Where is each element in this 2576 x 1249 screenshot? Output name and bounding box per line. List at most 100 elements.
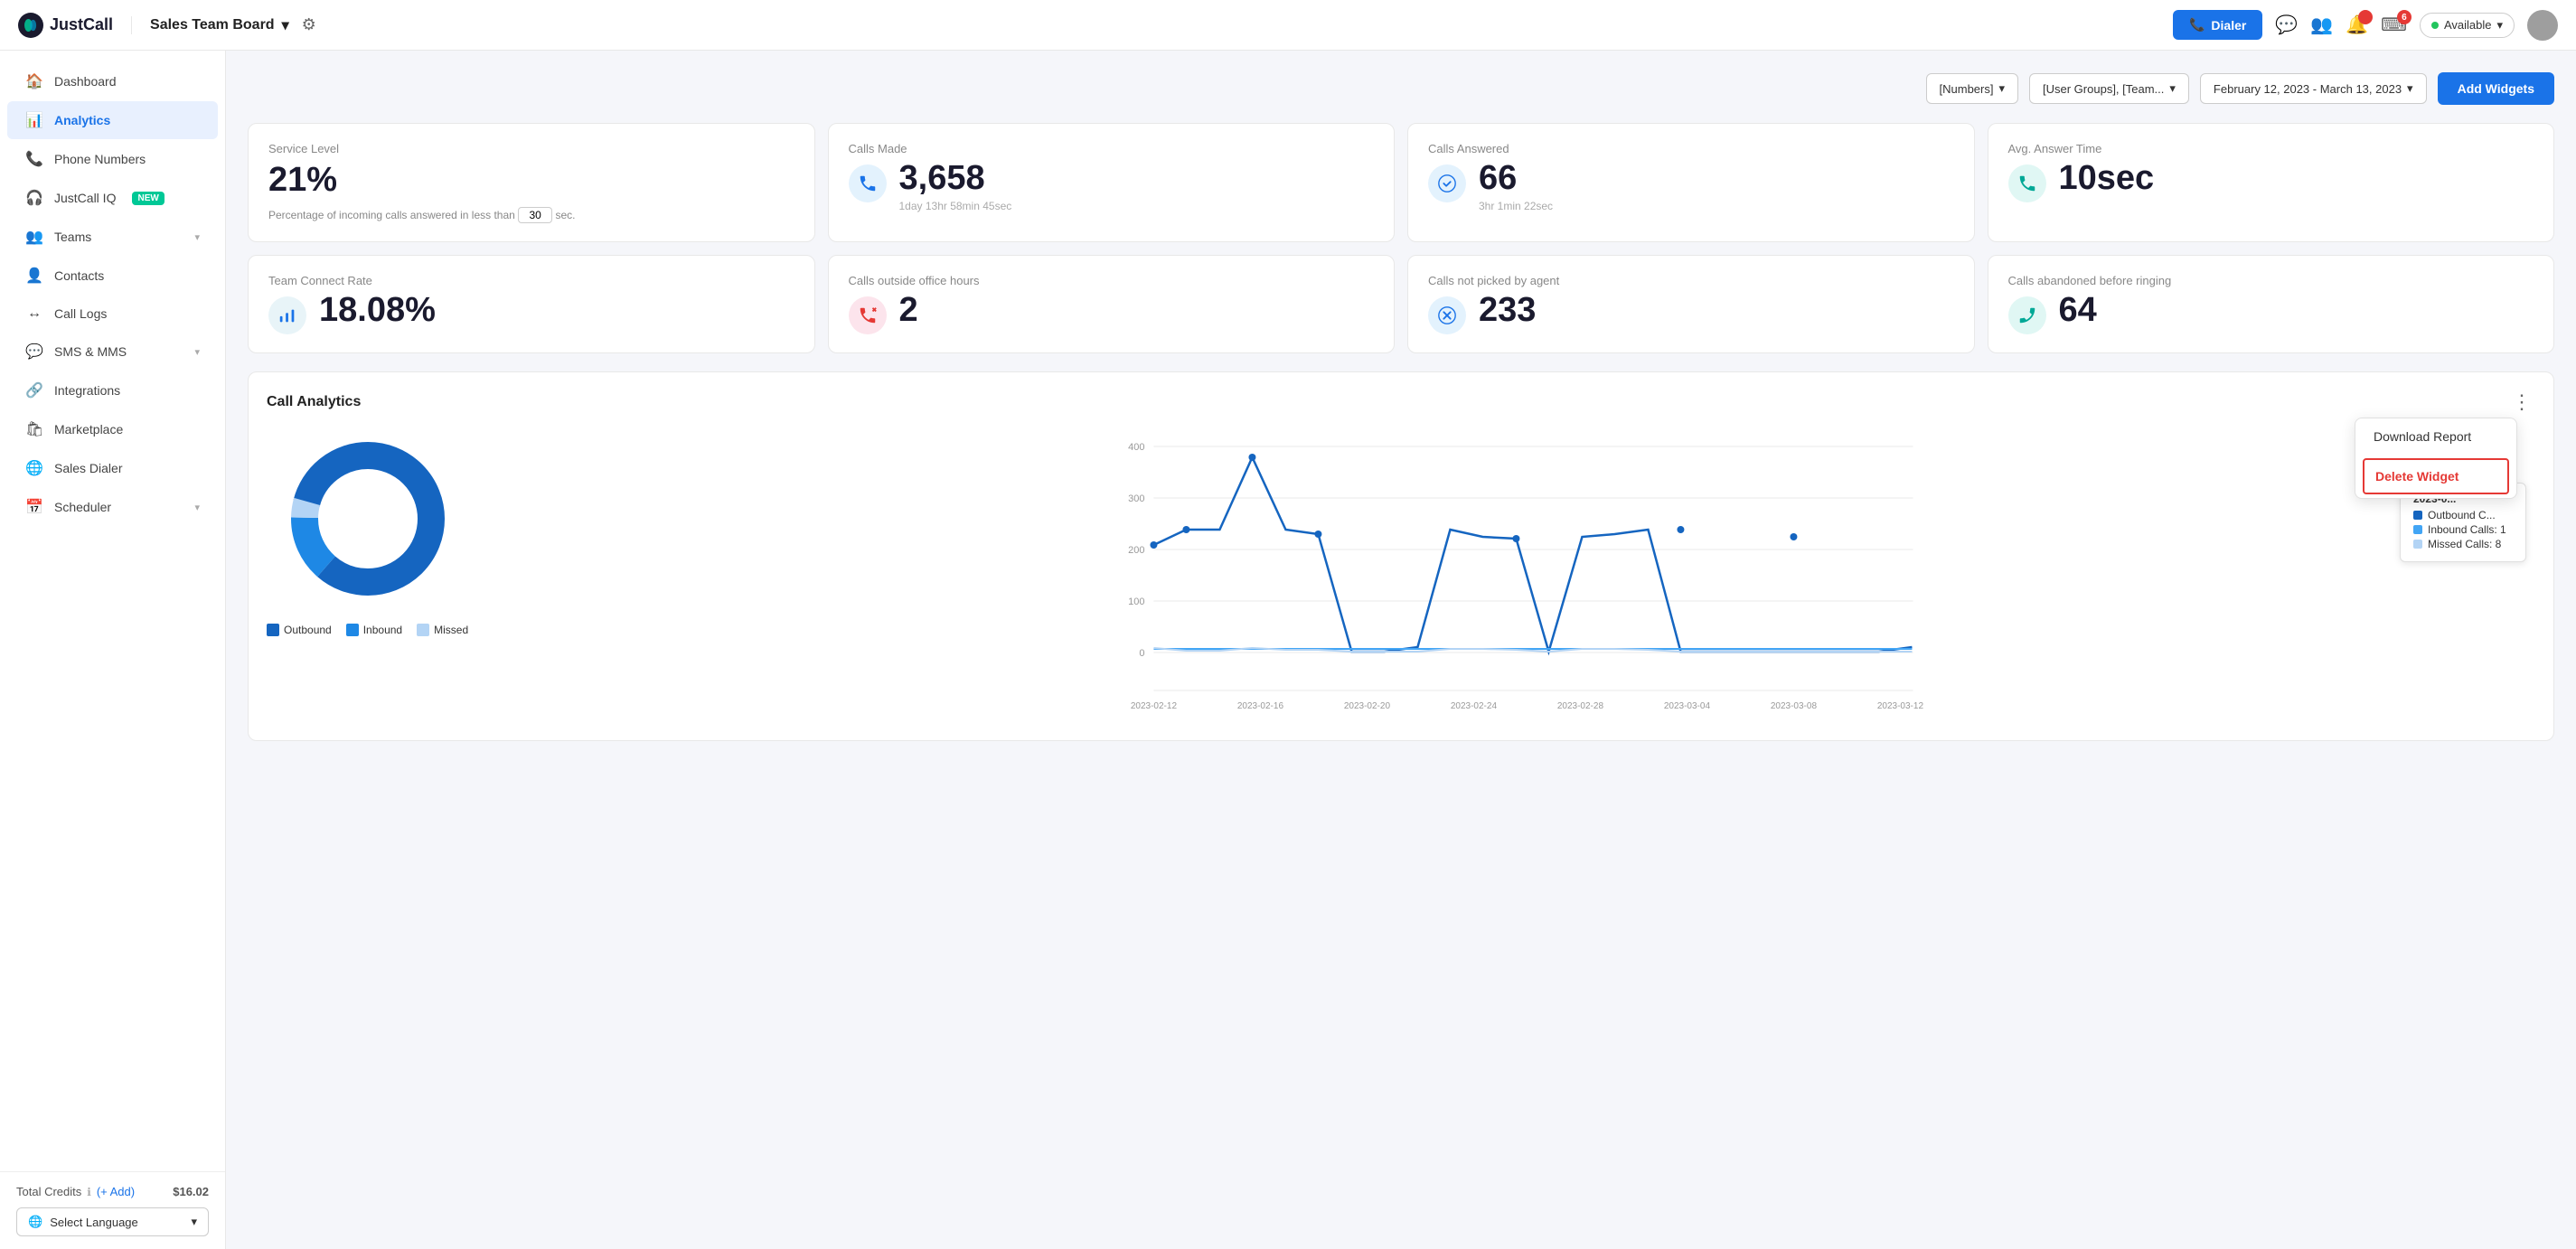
chart-header: Call Analytics ⋮ <box>267 390 2535 414</box>
sidebar-footer: Total Credits ℹ (+ Add) $16.02 🌐 Select … <box>0 1171 225 1249</box>
status-chevron-icon: ▾ <box>2496 18 2503 33</box>
outbound-line <box>1154 457 1913 652</box>
sidebar-item-teams[interactable]: 👥 Teams ▾ <box>7 218 218 256</box>
salesdialer-icon: 🌐 <box>25 459 43 477</box>
main-content: [Numbers] ▾ [User Groups], [Team... ▾ Fe… <box>226 51 2576 1249</box>
sidebar-item-justcall-iq[interactable]: 🎧 JustCall IQ NEW <box>7 179 218 217</box>
sidebar-item-label: SMS & MMS <box>54 344 127 359</box>
calls-made-content: 3,658 1day 13hr 58min 45sec <box>849 161 1375 212</box>
sidebar-item-dashboard[interactable]: 🏠 Dashboard <box>7 62 218 100</box>
sidebar-item-analytics[interactable]: 📊 Analytics <box>7 101 218 139</box>
legend-inbound: Inbound <box>346 624 402 636</box>
service-sec-input[interactable] <box>518 207 552 223</box>
calls-made-value: 3,658 <box>899 161 1012 195</box>
sidebar-item-label: Teams <box>54 230 91 244</box>
avg-answer-numbers: 10sec <box>2059 161 2155 195</box>
calls-answered-icon <box>1428 164 1466 202</box>
calls-outside-icon <box>849 296 887 334</box>
calls-answered-content: 66 3hr 1min 22sec <box>1428 161 1954 212</box>
sidebar-item-phone-numbers[interactable]: 📞 Phone Numbers <box>7 140 218 178</box>
notifications-button[interactable]: 🔔 <box>2346 14 2368 36</box>
sidebar-item-label: Integrations <box>54 383 120 398</box>
date-filter[interactable]: February 12, 2023 - March 13, 2023 ▾ <box>2200 73 2427 104</box>
logo-text: JustCall <box>50 15 113 34</box>
avatar-button[interactable] <box>2527 10 2558 41</box>
svg-text:200: 200 <box>1128 545 1144 556</box>
keypad-button[interactable]: ⌨ 6 <box>2381 14 2407 36</box>
team-connect-numbers: 18.08% <box>319 293 436 327</box>
users-button[interactable]: 👥 <box>2310 14 2333 36</box>
chart-more-button[interactable]: ⋮ <box>2508 390 2535 414</box>
avg-answer-value: 10sec <box>2059 161 2155 195</box>
sidebar-item-integrations[interactable]: 🔗 Integrations <box>7 371 218 409</box>
calls-answered-sub: 3hr 1min 22sec <box>1479 200 1553 212</box>
team-connect-value: 18.08% <box>319 293 436 327</box>
groups-chevron-icon: ▾ <box>2169 81 2176 96</box>
delete-widget-item[interactable]: Delete Widget <box>2363 458 2509 494</box>
language-select[interactable]: 🌐 Select Language ▾ <box>16 1207 209 1236</box>
service-level-label: Service Level <box>268 142 794 155</box>
sidebar-item-sms-mms[interactable]: 💬 SMS & MMS ▾ <box>7 333 218 371</box>
status-dropdown[interactable]: Available ▾ <box>2420 13 2515 38</box>
numbers-filter-label: [Numbers] <box>1940 82 1994 96</box>
users-icon: 👥 <box>2310 15 2333 35</box>
svg-text:400: 400 <box>1128 442 1144 453</box>
calls-abandoned-value: 64 <box>2059 293 2097 327</box>
calls-not-picked-numbers: 233 <box>1479 293 1536 327</box>
sidebar-item-marketplace[interactable]: 🛍 Marketplace <box>7 410 218 448</box>
svg-text:100: 100 <box>1128 596 1144 607</box>
board-title-label: Sales Team Board <box>150 17 275 33</box>
outbound-legend-dot <box>267 624 279 636</box>
status-label: Available <box>2444 18 2492 32</box>
inbound-legend-dot <box>346 624 359 636</box>
numbers-filter[interactable]: [Numbers] ▾ <box>1926 73 2019 104</box>
groups-filter[interactable]: [User Groups], [Team... ▾ <box>2029 73 2189 104</box>
credits-value: $16.02 <box>173 1185 209 1198</box>
date-filter-label: February 12, 2023 - March 13, 2023 <box>2214 82 2402 96</box>
sidebar-item-sales-dialer[interactable]: 🌐 Sales Dialer <box>7 449 218 487</box>
chart-body: Outbound Inbound Missed <box>267 428 2535 722</box>
sidebar-item-label: Dashboard <box>54 74 117 89</box>
topnav-left: JustCall Sales Team Board ▾ ⚙ <box>18 13 316 38</box>
svg-text:2023-02-24: 2023-02-24 <box>1451 701 1498 711</box>
topnav-right: 📞 Dialer 💬 👥 🔔 ⌨ 6 Available ▾ <box>2173 10 2558 41</box>
legend-outbound: Outbound <box>267 624 332 636</box>
inbound-legend-label: Inbound <box>363 624 402 636</box>
groups-filter-label: [User Groups], [Team... <box>2043 82 2164 96</box>
calls-outside-label: Calls outside office hours <box>849 274 1375 287</box>
team-connect-content: 18.08% <box>268 293 794 334</box>
add-widgets-button[interactable]: Add Widgets <box>2438 72 2554 105</box>
calls-answered-value: 66 <box>1479 161 1553 195</box>
logo-icon <box>18 13 43 38</box>
settings-button[interactable]: ⚙ <box>302 15 316 34</box>
language-label: Select Language <box>50 1216 138 1229</box>
add-credits-link[interactable]: (+ Add) <box>97 1185 135 1198</box>
svg-text:0: 0 <box>1139 648 1144 659</box>
calls-made-sub: 1day 13hr 58min 45sec <box>899 200 1012 212</box>
avg-answer-icon <box>2008 164 2046 202</box>
scheduler-icon: 📅 <box>25 498 43 516</box>
svg-text:2023-03-04: 2023-03-04 <box>1664 701 1711 711</box>
chat-icon: 💬 <box>2275 15 2298 35</box>
home-icon: 🏠 <box>25 72 43 90</box>
board-title-btn[interactable]: Sales Team Board ▾ <box>131 16 289 34</box>
topnav: JustCall Sales Team Board ▾ ⚙ 📞 Dialer 💬… <box>0 0 2576 51</box>
sidebar-item-scheduler[interactable]: 📅 Scheduler ▾ <box>7 488 218 526</box>
dialer-button[interactable]: 📞 Dialer <box>2173 10 2262 40</box>
sidebar-item-contacts[interactable]: 👤 Contacts <box>7 257 218 295</box>
sidebar-item-call-logs[interactable]: ↔ Call Logs <box>7 296 218 332</box>
calls-abandoned-icon <box>2008 296 2046 334</box>
chat-button[interactable]: 💬 <box>2275 14 2298 36</box>
team-connect-icon <box>268 296 306 334</box>
metric-card-calls-made: Calls Made 3,658 1day 13hr 58min 45sec <box>828 123 1396 242</box>
sidebar-nav: 🏠 Dashboard 📊 Analytics 📞 Phone Numbers … <box>0 51 225 1171</box>
outbound-legend-label: Outbound <box>284 624 332 636</box>
language-chevron-icon: ▾ <box>191 1215 197 1229</box>
keypad-badge: 6 <box>2397 10 2411 24</box>
avg-answer-label: Avg. Answer Time <box>2008 142 2534 155</box>
service-level-desc: Percentage of incoming calls answered in… <box>268 207 794 223</box>
metric-card-service-level: Service Level 21% Percentage of incoming… <box>248 123 815 242</box>
sidebar-item-label: Scheduler <box>54 500 111 514</box>
download-report-item[interactable]: Download Report <box>2355 418 2516 455</box>
dialer-phone-icon: 📞 <box>2189 17 2205 33</box>
